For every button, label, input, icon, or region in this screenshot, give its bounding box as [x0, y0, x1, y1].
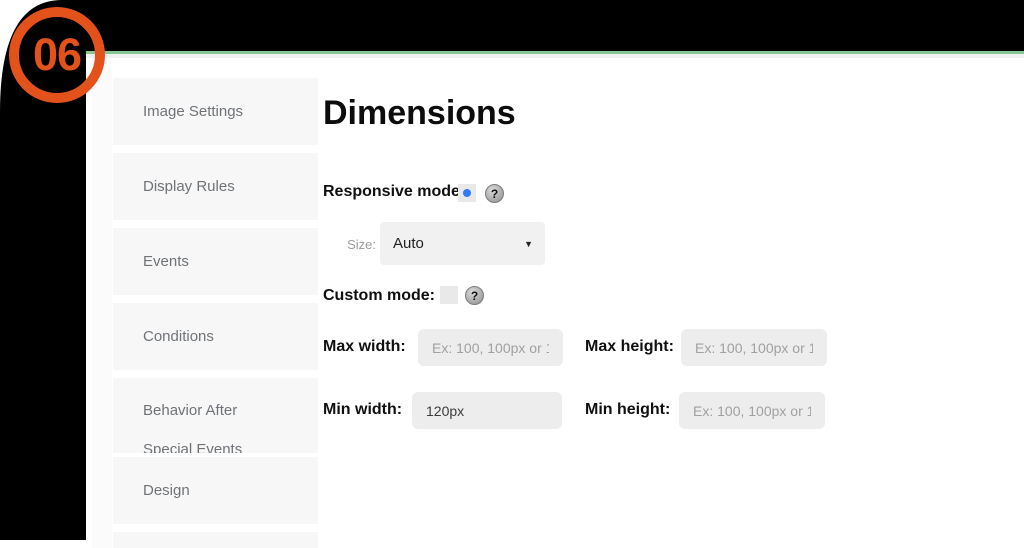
size-dropdown-value: Auto — [393, 235, 424, 252]
gray-divider — [86, 54, 1024, 58]
sidebar-item-label-line2: Special Events — [143, 441, 243, 453]
responsive-mode-help-icon[interactable]: ? — [485, 184, 504, 203]
sidebar-item-conditions[interactable]: Conditions — [113, 303, 318, 370]
sidebar-item-label: Events — [143, 253, 189, 270]
min-height-label: Min height: — [585, 401, 671, 418]
sidebar-item-partial[interactable] — [113, 532, 318, 548]
sidebar-gutter — [92, 58, 112, 548]
custom-mode-label: Custom mode: — [323, 287, 435, 304]
checkbox-checked-dot — [463, 189, 471, 197]
sidebar-item-display-rules[interactable]: Display Rules — [113, 153, 318, 220]
sidebar-item-design[interactable]: Design — [113, 457, 318, 524]
sidebar-item-label: Image Settings — [143, 103, 244, 120]
sidebar-item-image-settings[interactable]: Image Settings — [113, 78, 318, 145]
responsive-mode-checkbox[interactable] — [458, 184, 476, 202]
step-number: 06 — [32, 29, 82, 80]
page-title: Dimensions — [323, 94, 516, 132]
step-number-badge: 06 — [9, 7, 105, 103]
min-width-label: Min width: — [323, 401, 403, 418]
page: 06 Image Settings Display Rules Events C… — [0, 0, 1024, 548]
min-height-input[interactable] — [679, 392, 825, 429]
question-mark-icon: ? — [470, 288, 479, 303]
max-height-label: Max height: — [585, 338, 674, 355]
size-label: Size: — [347, 237, 376, 252]
sidebar-item-label: Display Rules — [143, 178, 235, 195]
min-width-input[interactable] — [412, 392, 562, 429]
sidebar-item-label: Behavior After — [143, 402, 238, 419]
size-dropdown[interactable]: Auto ▼ — [380, 222, 545, 265]
question-mark-icon: ? — [490, 186, 499, 201]
custom-mode-checkbox[interactable] — [440, 286, 458, 304]
custom-mode-help-icon[interactable]: ? — [465, 286, 484, 305]
max-width-label: Max width: — [323, 338, 406, 355]
max-width-input[interactable] — [418, 329, 563, 366]
chevron-down-icon: ▼ — [524, 238, 533, 249]
sidebar-item-events[interactable]: Events — [113, 228, 318, 295]
responsive-mode-label: Responsive mode: — [323, 183, 466, 200]
sidebar-item-label: Design — [143, 482, 190, 499]
sidebar-item-label: Conditions — [143, 328, 214, 345]
sidebar-item-behavior-after-special-events[interactable]: Behavior After Special Events — [113, 378, 318, 453]
max-height-input[interactable] — [681, 329, 827, 366]
